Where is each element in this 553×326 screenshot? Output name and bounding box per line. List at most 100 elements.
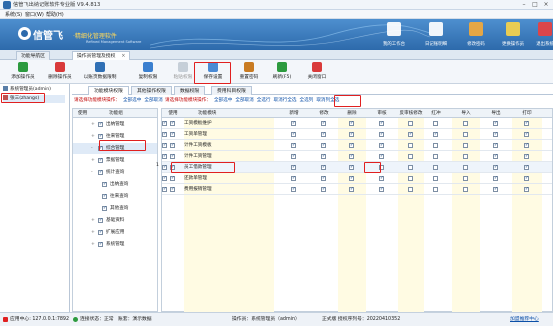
permission-checkbox[interactable]: ✓ (349, 176, 354, 181)
module-group-checkbox[interactable]: ✓ (98, 218, 103, 223)
permission-checkbox[interactable]: ✓ (291, 143, 296, 148)
hint-action-link[interactable]: 全部选中 (123, 98, 141, 103)
module-group-checkbox[interactable]: ✓ (98, 158, 103, 163)
permission-checkbox[interactable]: ✓ (321, 154, 326, 159)
close-tab-icon[interactable]: × (121, 54, 125, 59)
permission-checkbox[interactable]: ✓ (379, 143, 384, 148)
add-user-button[interactable]: 添加操作员 (3, 62, 43, 83)
permission-checkbox[interactable]: ✓ (349, 132, 354, 137)
permission-row[interactable]: ✓ 计件工资管理 ✓ ✓ ✓ ✓ ✓ ✓ ✓ (162, 151, 552, 162)
hint-action-link[interactable]: 全部选中 (214, 98, 232, 103)
permission-checkbox[interactable]: ✓ (291, 176, 296, 181)
hint-action-link[interactable]: 全选列 (300, 98, 314, 103)
permission-row[interactable]: ✓ 计件工资模板 ✓ ✓ ✓ ✓ ✓ ✓ ✓ (162, 140, 552, 151)
doc-tab[interactable]: 操作员管理及授权 × (72, 51, 131, 60)
permission-checkbox[interactable]: ✓ (321, 121, 326, 126)
permission-checkbox[interactable]: ✓ (493, 176, 498, 181)
permission-checkbox[interactable]: ✓ (321, 187, 326, 192)
permission-col-header[interactable]: 打印 (512, 109, 542, 118)
banner-tool-label[interactable]: 更换操作员 (495, 41, 531, 47)
permission-checkbox[interactable]: ✓ (524, 143, 529, 148)
close-icon[interactable] (538, 22, 552, 36)
permission-col-header[interactable]: 新增 (280, 109, 308, 118)
row-use-checkbox[interactable]: ✓ (170, 187, 175, 192)
permission-checkbox[interactable] (463, 154, 468, 159)
permission-checkbox[interactable] (408, 121, 413, 126)
permission-row[interactable]: ✓ 工资模板维护 ✓ ✓ ✓ ✓ ✓ ✓ ✓ (162, 118, 552, 129)
row-use-checkbox[interactable]: ✓ (170, 154, 175, 159)
permission-checkbox[interactable]: ✓ (493, 121, 498, 126)
hint-action-link[interactable]: 取消行全选 (274, 98, 297, 103)
close-button[interactable]: × (541, 1, 551, 9)
permission-checkbox[interactable]: ✓ (524, 154, 529, 159)
expand-toggle-icon[interactable]: + (91, 155, 95, 166)
permission-checkbox[interactable]: ✓ (408, 132, 413, 137)
hint-action-link[interactable]: 全选行 (257, 98, 271, 103)
module-group-row[interactable]: - ✓ 统计查询 (73, 167, 157, 178)
expand-toggle-icon[interactable]: + (91, 131, 95, 142)
permission-checkbox[interactable] (408, 187, 413, 192)
close-window-button[interactable]: 关闭窗口 (297, 62, 337, 83)
permission-checkbox[interactable] (408, 154, 413, 159)
permission-col-header[interactable]: 反审核修改 (398, 109, 424, 118)
permission-checkbox[interactable]: ✓ (321, 143, 326, 148)
permission-col-header[interactable]: 修改 (310, 109, 338, 118)
permission-checkbox[interactable] (463, 187, 468, 192)
menu-help[interactable]: 帮助(H) (46, 11, 64, 18)
permission-checkbox[interactable]: ✓ (321, 132, 326, 137)
row-use-checkbox[interactable]: ✓ (170, 176, 175, 181)
permission-col-header[interactable]: 删除 (338, 109, 366, 118)
permission-checkbox[interactable]: ✓ (162, 154, 167, 159)
expand-toggle-icon[interactable]: + (91, 119, 95, 130)
module-group-checkbox[interactable]: ✓ (98, 230, 103, 235)
permission-tab[interactable]: 功能模块权限 (88, 86, 129, 95)
permission-checkbox[interactable]: ✓ (493, 132, 498, 137)
hint-action-link[interactable]: 全部取消 (235, 98, 253, 103)
permission-col-header[interactable]: 导出 (482, 109, 510, 118)
permission-row[interactable]: ✓ 工资单管理 ✓ ✓ ✓ ✓ ✓ ✓ ✓ ✓ ✓ (162, 129, 552, 140)
permission-checkbox[interactable] (463, 121, 468, 126)
permission-checkbox[interactable] (463, 132, 468, 137)
permission-col-header[interactable]: 使用 (164, 109, 182, 118)
module-group-checkbox[interactable]: ✓ (98, 242, 103, 247)
permission-checkbox[interactable] (463, 165, 468, 170)
monitor-icon[interactable] (387, 22, 401, 36)
permission-checkbox[interactable]: ✓ (162, 176, 167, 181)
permission-checkbox[interactable]: ✓ (291, 187, 296, 192)
permission-tab[interactable]: 数据权限 (174, 86, 206, 95)
permission-checkbox[interactable]: ✓ (291, 121, 296, 126)
permission-checkbox[interactable]: ✓ (321, 176, 326, 181)
permission-row[interactable]: ✓ 还款单管理 ✓ ✓ ✓ ✓ ✓ ✓ ✓ (162, 173, 552, 184)
module-group-row[interactable]: + ✓ 系统管理 (73, 239, 157, 250)
row-use-checkbox[interactable]: ✓ (170, 132, 175, 137)
permission-col-header[interactable]: 红冲 (422, 109, 450, 118)
permission-checkbox[interactable]: ✓ (291, 132, 296, 137)
banner-tool-label[interactable]: 我的工作台 (376, 41, 412, 47)
module-group-row[interactable]: ✓ 其他查询 (73, 203, 157, 214)
permission-checkbox[interactable]: ✓ (379, 132, 384, 137)
permission-checkbox[interactable] (408, 143, 413, 148)
permission-checkbox[interactable] (433, 143, 438, 148)
book-icon[interactable] (429, 22, 443, 36)
permission-checkbox[interactable] (433, 187, 438, 192)
permission-checkbox[interactable]: ✓ (349, 187, 354, 192)
expand-toggle-icon[interactable]: - (91, 143, 93, 154)
permission-checkbox[interactable]: ✓ (524, 176, 529, 181)
permission-checkbox[interactable]: ✓ (349, 165, 354, 170)
module-group-checkbox[interactable]: ✓ (102, 194, 107, 199)
permission-checkbox[interactable]: ✓ (524, 132, 529, 137)
banner-tool-label[interactable]: 日记账明细 (418, 41, 454, 47)
permission-checkbox[interactable]: ✓ (162, 121, 167, 126)
permission-checkbox[interactable]: ✓ (379, 121, 384, 126)
permission-checkbox[interactable]: ✓ (379, 187, 384, 192)
permission-checkbox[interactable]: ✓ (524, 165, 529, 170)
module-group-checkbox[interactable]: ✓ (102, 206, 107, 211)
minimize-button[interactable]: – (519, 1, 529, 9)
permission-checkbox[interactable]: ✓ (349, 154, 354, 159)
module-group-checkbox[interactable]: ✓ (98, 170, 103, 175)
permission-checkbox[interactable]: ✓ (162, 143, 167, 148)
users-icon[interactable] (506, 22, 520, 36)
permission-checkbox[interactable]: ✓ (379, 154, 384, 159)
permission-checkbox[interactable] (463, 143, 468, 148)
row-use-checkbox[interactable]: ✓ (170, 143, 175, 148)
